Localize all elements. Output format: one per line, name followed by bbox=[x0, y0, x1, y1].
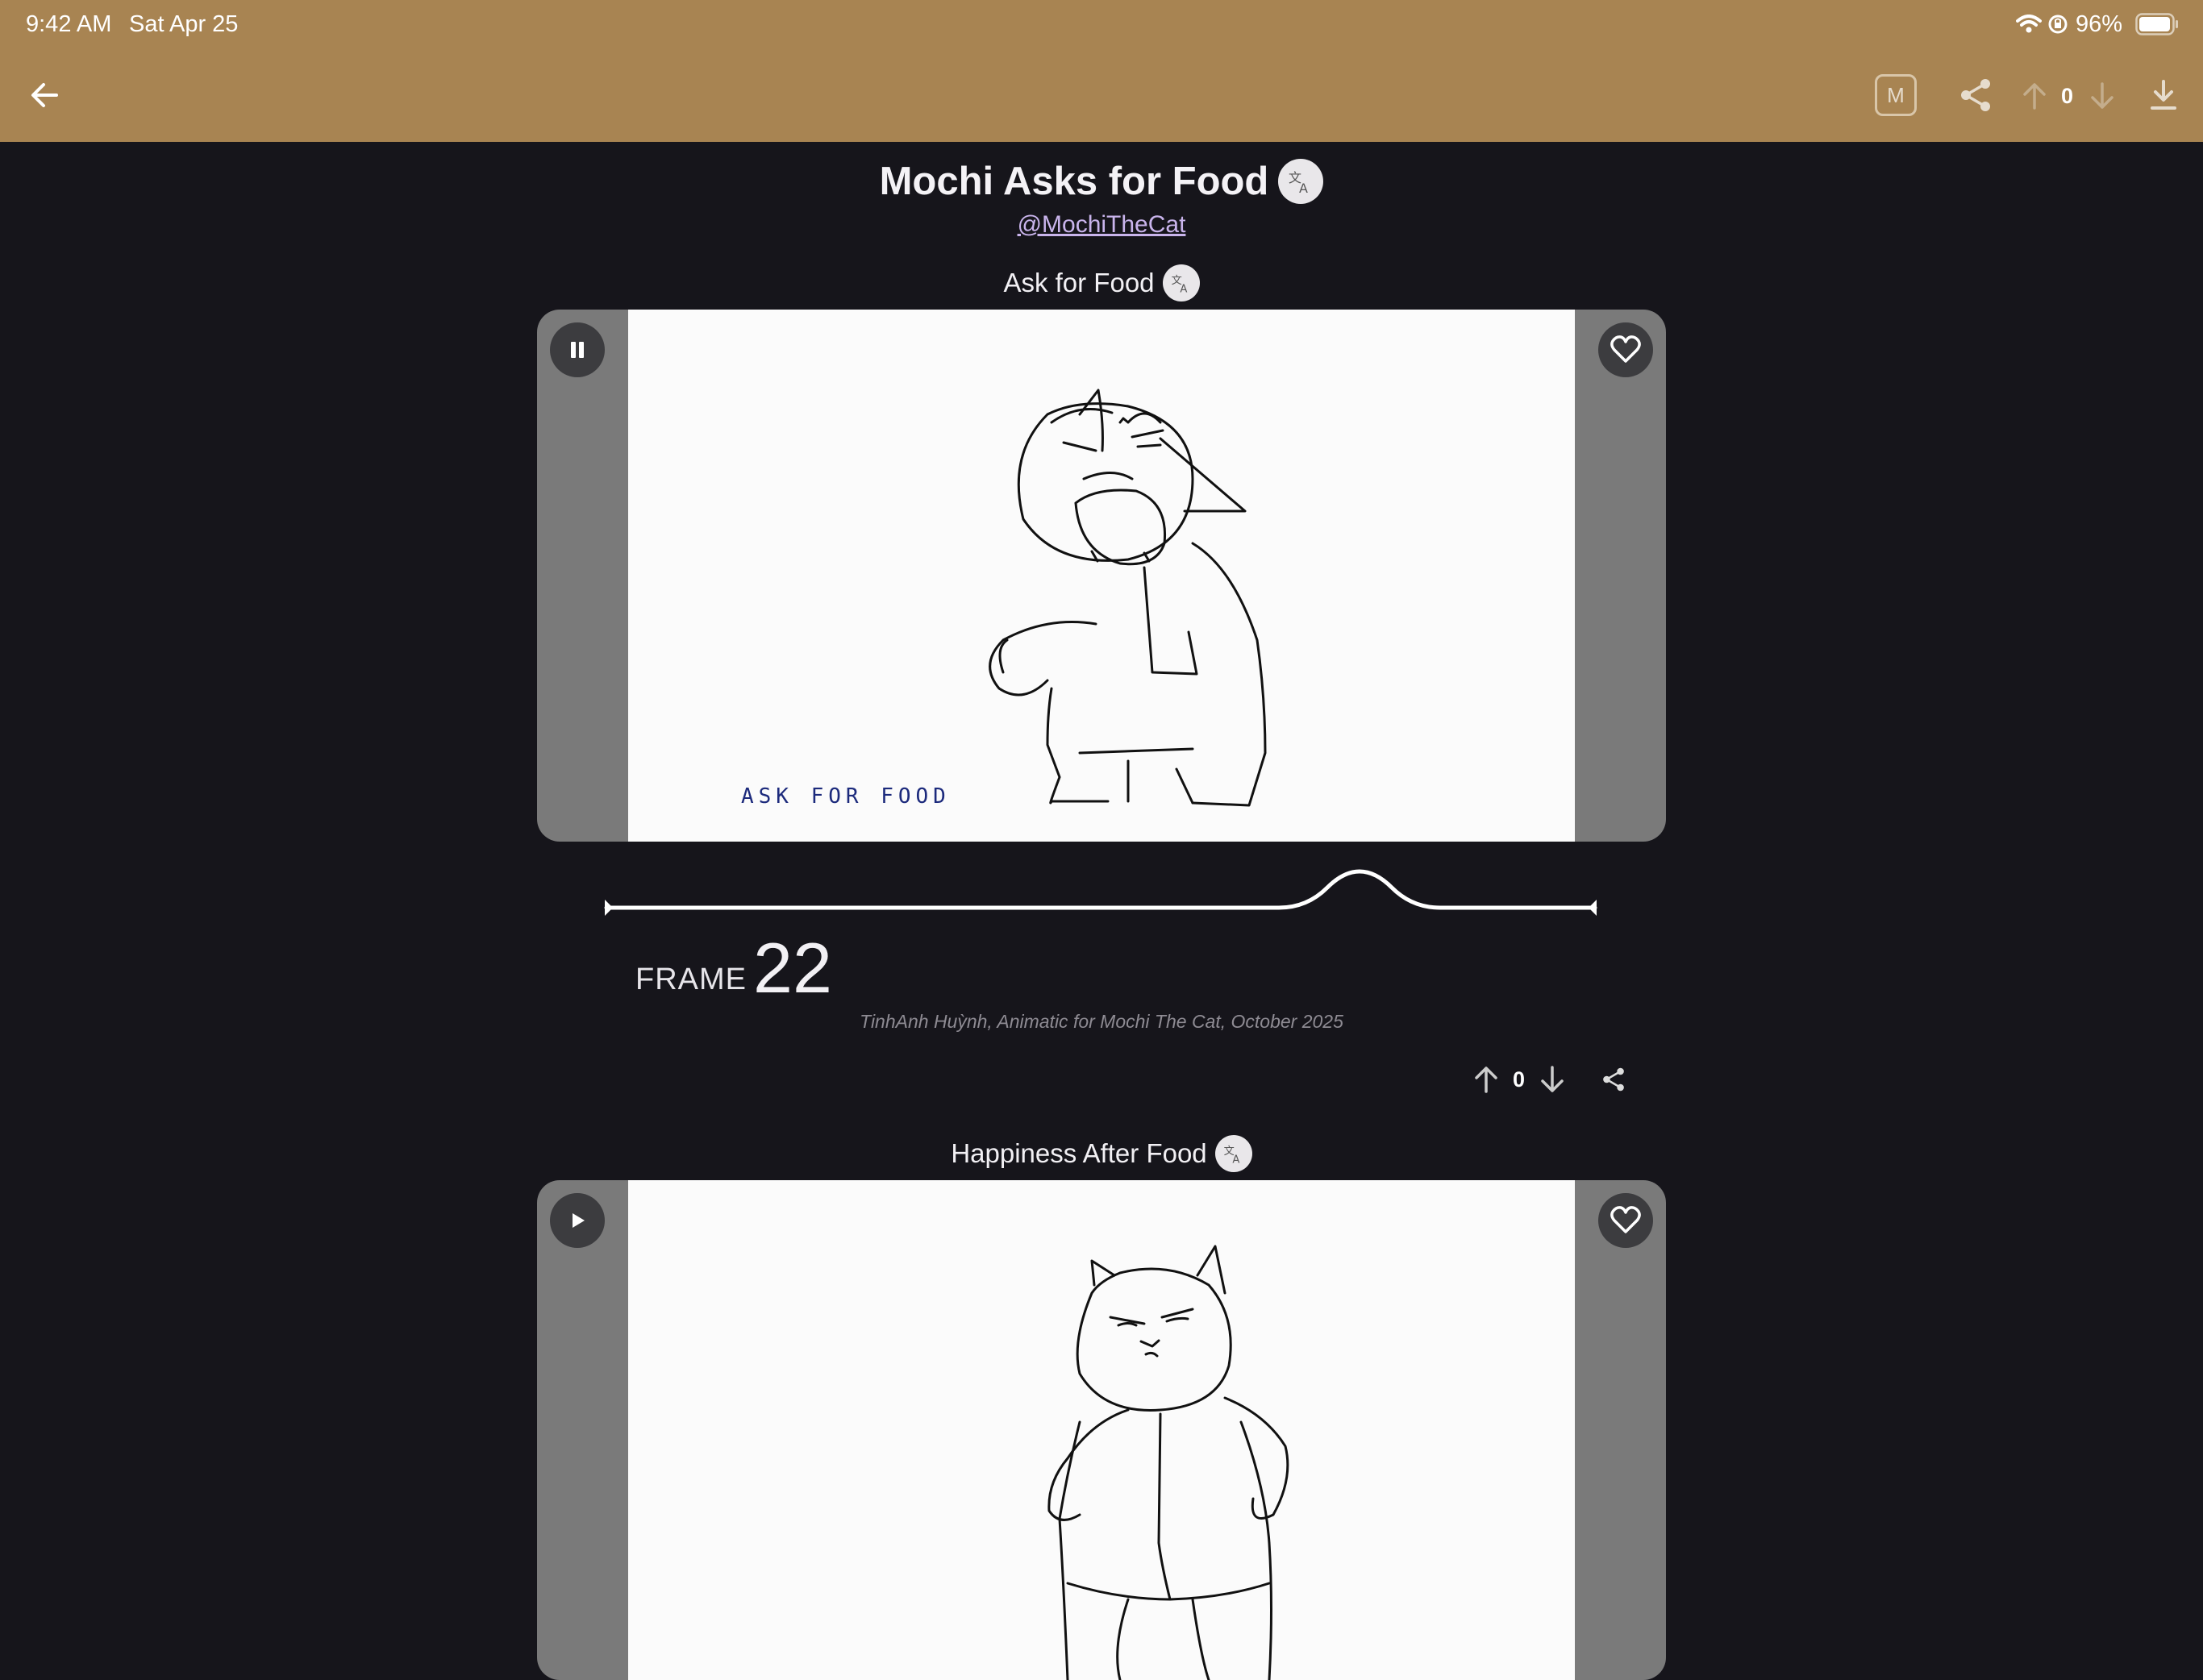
orientation-lock-icon bbox=[2048, 15, 2068, 34]
frame-label: FRAME bbox=[635, 963, 747, 996]
animation-caption: TinhAnh Huỳnh, Animatic for Mochi The Ca… bbox=[860, 1011, 1343, 1032]
pause-button[interactable] bbox=[550, 322, 605, 377]
translate-icon[interactable]: 文 A bbox=[1162, 264, 1200, 301]
status-date: Sat Apr 25 bbox=[129, 11, 239, 37]
header-vote-count: 0 bbox=[2061, 84, 2074, 108]
svg-text:A: A bbox=[1180, 284, 1187, 294]
author-link[interactable]: @MochiTheCat bbox=[0, 211, 2203, 239]
heart-icon bbox=[1610, 1206, 1641, 1233]
section-header: Happiness After Food 文 A bbox=[0, 1133, 2203, 1174]
app-header bbox=[0, 0, 2203, 142]
upvote-icon[interactable] bbox=[2022, 82, 2047, 110]
cat-sketch-drawing: ASK FOR FOOD bbox=[741, 389, 1267, 809]
vote-count: 0 bbox=[1513, 1067, 1526, 1092]
favorite-button[interactable] bbox=[1598, 322, 1653, 377]
pause-icon bbox=[571, 342, 584, 358]
svg-text:A: A bbox=[1232, 1154, 1239, 1165]
animation-canvas[interactable] bbox=[628, 1180, 1575, 1680]
drawing-text: ASK FOR FOOD bbox=[741, 784, 951, 809]
animation-player: ASK FOR FOOD bbox=[537, 310, 1666, 842]
frame-number: 22 bbox=[753, 928, 832, 1008]
svg-text:A: A bbox=[1299, 181, 1308, 195]
share-icon[interactable] bbox=[1601, 1066, 1626, 1093]
m-button[interactable]: M bbox=[1875, 74, 1917, 116]
animation-canvas[interactable]: ASK FOR FOOD bbox=[628, 310, 1575, 842]
back-arrow-icon[interactable] bbox=[29, 79, 61, 111]
cat-sketch-drawing bbox=[1047, 1245, 1289, 1680]
upvote-icon[interactable] bbox=[1474, 1066, 1498, 1093]
downvote-icon[interactable] bbox=[2090, 82, 2114, 110]
play-button[interactable] bbox=[550, 1193, 605, 1248]
post-title-row: Mochi Asks for Food 文 A bbox=[0, 153, 2203, 210]
share-icon[interactable] bbox=[1959, 77, 1993, 113]
frame-timeline-scrubber[interactable] bbox=[602, 859, 1601, 916]
section-header: Ask for Food 文 A bbox=[0, 263, 2203, 303]
favorite-button[interactable] bbox=[1598, 1193, 1653, 1248]
animation-player bbox=[537, 1180, 1666, 1680]
section-title: Ask for Food bbox=[1003, 268, 1155, 297]
battery-percent: 96% bbox=[2076, 11, 2123, 37]
wifi-icon bbox=[2016, 15, 2042, 33]
heart-icon bbox=[1610, 335, 1641, 363]
status-time: 9:42 AM bbox=[26, 11, 112, 37]
post-title: Mochi Asks for Food bbox=[879, 160, 1269, 203]
downvote-icon[interactable] bbox=[1540, 1066, 1564, 1093]
section-title: Happiness After Food bbox=[951, 1138, 1207, 1168]
translate-icon[interactable]: 文 A bbox=[1214, 1135, 1252, 1172]
translate-icon[interactable]: 文 A bbox=[1278, 159, 1324, 204]
play-icon bbox=[573, 1213, 585, 1228]
battery-icon bbox=[2135, 13, 2178, 35]
download-icon[interactable] bbox=[2150, 79, 2177, 111]
